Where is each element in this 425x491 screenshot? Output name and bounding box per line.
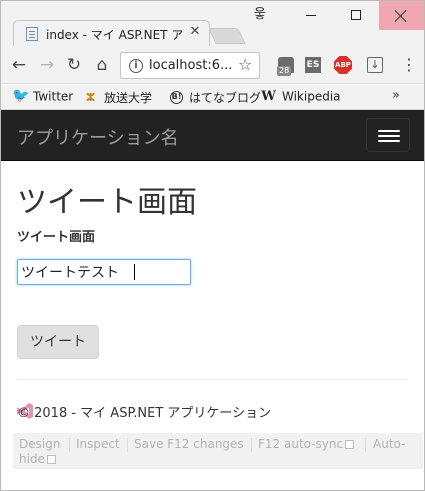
browser-link-autohide[interactable]: hide xyxy=(19,452,56,466)
tweet-submit-button[interactable]: ツイート xyxy=(17,325,99,359)
app-navbar: アプリケーション名 xyxy=(1,110,424,161)
browser-link-autosync[interactable]: F12 auto-sync xyxy=(258,437,355,451)
hatena-blog-icon: B! xyxy=(170,91,183,104)
bookmark-label: はてなブログ xyxy=(189,91,262,105)
bookmark-star-icon[interactable]: ☆ xyxy=(238,55,252,74)
extension-badge: 28 xyxy=(277,66,292,76)
browser-link-design[interactable]: Design xyxy=(19,437,60,451)
tweet-input[interactable]: ツイートテスト xyxy=(17,259,191,285)
bookmark-label: Wikipedia xyxy=(282,89,341,104)
browser-link-bar: Design Inspect Save F12 changes F12 auto… xyxy=(13,433,423,469)
minimize-icon xyxy=(306,15,316,16)
tweet-input-value: ツイートテスト xyxy=(21,265,119,281)
browser-link-autohide-label: Auto- xyxy=(373,437,406,451)
autohide-checkbox[interactable] xyxy=(46,455,56,464)
browser-link-inspect[interactable]: Inspect xyxy=(76,437,120,451)
bookmark-label: Twitter xyxy=(33,89,74,104)
separator xyxy=(69,438,70,452)
download-extension-icon[interactable]: ↓ xyxy=(367,57,383,73)
bookmark-housou-daigaku[interactable]: ⵣ 放送大学 xyxy=(83,89,152,106)
reload-icon[interactable]: ↻ xyxy=(64,55,84,75)
tab-title: index - マイ ASP.NET アプリ xyxy=(46,28,184,42)
maximize-icon xyxy=(351,10,361,20)
forward-arrow-icon[interactable]: → xyxy=(37,55,57,75)
hamburger-icon xyxy=(378,135,400,137)
page-title: ツイート画面 xyxy=(17,185,197,220)
browser-menu-icon[interactable]: ⋮ xyxy=(401,55,417,75)
autohide-label: hide xyxy=(19,452,45,466)
autosync-label: F12 auto-sync xyxy=(258,437,344,451)
footer-copyright: © 2018 - マイ ASP.NET アプリケーション xyxy=(17,406,272,421)
tweet-field-label: ツイート画面 xyxy=(17,230,96,245)
bookmark-wikipedia[interactable]: W Wikipedia xyxy=(261,89,341,106)
profile-icon[interactable]: 웋 xyxy=(254,3,266,22)
minimize-button[interactable] xyxy=(289,1,334,30)
browser-link-save-f12[interactable]: Save F12 changes xyxy=(134,437,244,451)
navbar-toggle-button[interactable] xyxy=(366,118,410,152)
housou-daigaku-icon: ⵣ xyxy=(85,91,96,104)
home-icon[interactable]: ⌂ xyxy=(92,55,112,75)
close-icon xyxy=(393,8,409,24)
page-favicon-icon xyxy=(26,27,38,41)
separator xyxy=(251,438,252,452)
wikipedia-icon: W xyxy=(261,89,276,104)
site-info-icon[interactable]: i xyxy=(129,59,143,73)
footer-divider xyxy=(17,379,409,380)
es-extension-icon[interactable]: ES xyxy=(305,57,321,73)
browser-tab[interactable]: index - マイ ASP.NET アプリ ✕ xyxy=(13,20,210,47)
new-tab-button[interactable] xyxy=(208,28,246,44)
browser-window: index - マイ ASP.NET アプリ ✕ 웋 ← → ↻ ⌂ i loc… xyxy=(0,0,425,491)
separator xyxy=(127,438,128,452)
bookmark-hatena-blog[interactable]: B! はてなブログ xyxy=(170,89,261,106)
title-bar: index - マイ ASP.NET アプリ ✕ 웋 xyxy=(1,1,424,47)
twitter-icon: 🐦 xyxy=(12,88,30,104)
hamburger-icon xyxy=(378,140,400,142)
browser-toolbar: ← → ↻ ⌂ i localhost:6... ☆ 28 ES ABP ↓ ⋮ xyxy=(1,46,424,84)
address-bar[interactable]: i localhost:6... ☆ xyxy=(120,52,260,79)
more-bookmarks-icon[interactable]: » xyxy=(392,88,400,103)
separator xyxy=(365,438,366,452)
bookmarks-bar: 🐦 Twitter ⵣ 放送大学 B! はてなブログ W Wikipedia » xyxy=(1,85,424,110)
back-arrow-icon[interactable]: ← xyxy=(9,55,29,75)
bookmark-twitter[interactable]: 🐦 Twitter xyxy=(12,89,73,106)
tab-close-icon[interactable]: ✕ xyxy=(188,24,202,40)
url-text: localhost:6... xyxy=(149,58,233,73)
maximize-button[interactable] xyxy=(334,1,379,30)
close-window-button[interactable] xyxy=(379,1,424,30)
text-caret xyxy=(134,264,135,280)
adblock-plus-icon[interactable]: ABP xyxy=(334,56,352,74)
hamburger-icon xyxy=(378,130,400,132)
autosync-checkbox[interactable] xyxy=(345,440,355,449)
app-brand-link[interactable]: アプリケーション名 xyxy=(17,124,179,150)
bookmark-label: 放送大学 xyxy=(104,91,153,105)
